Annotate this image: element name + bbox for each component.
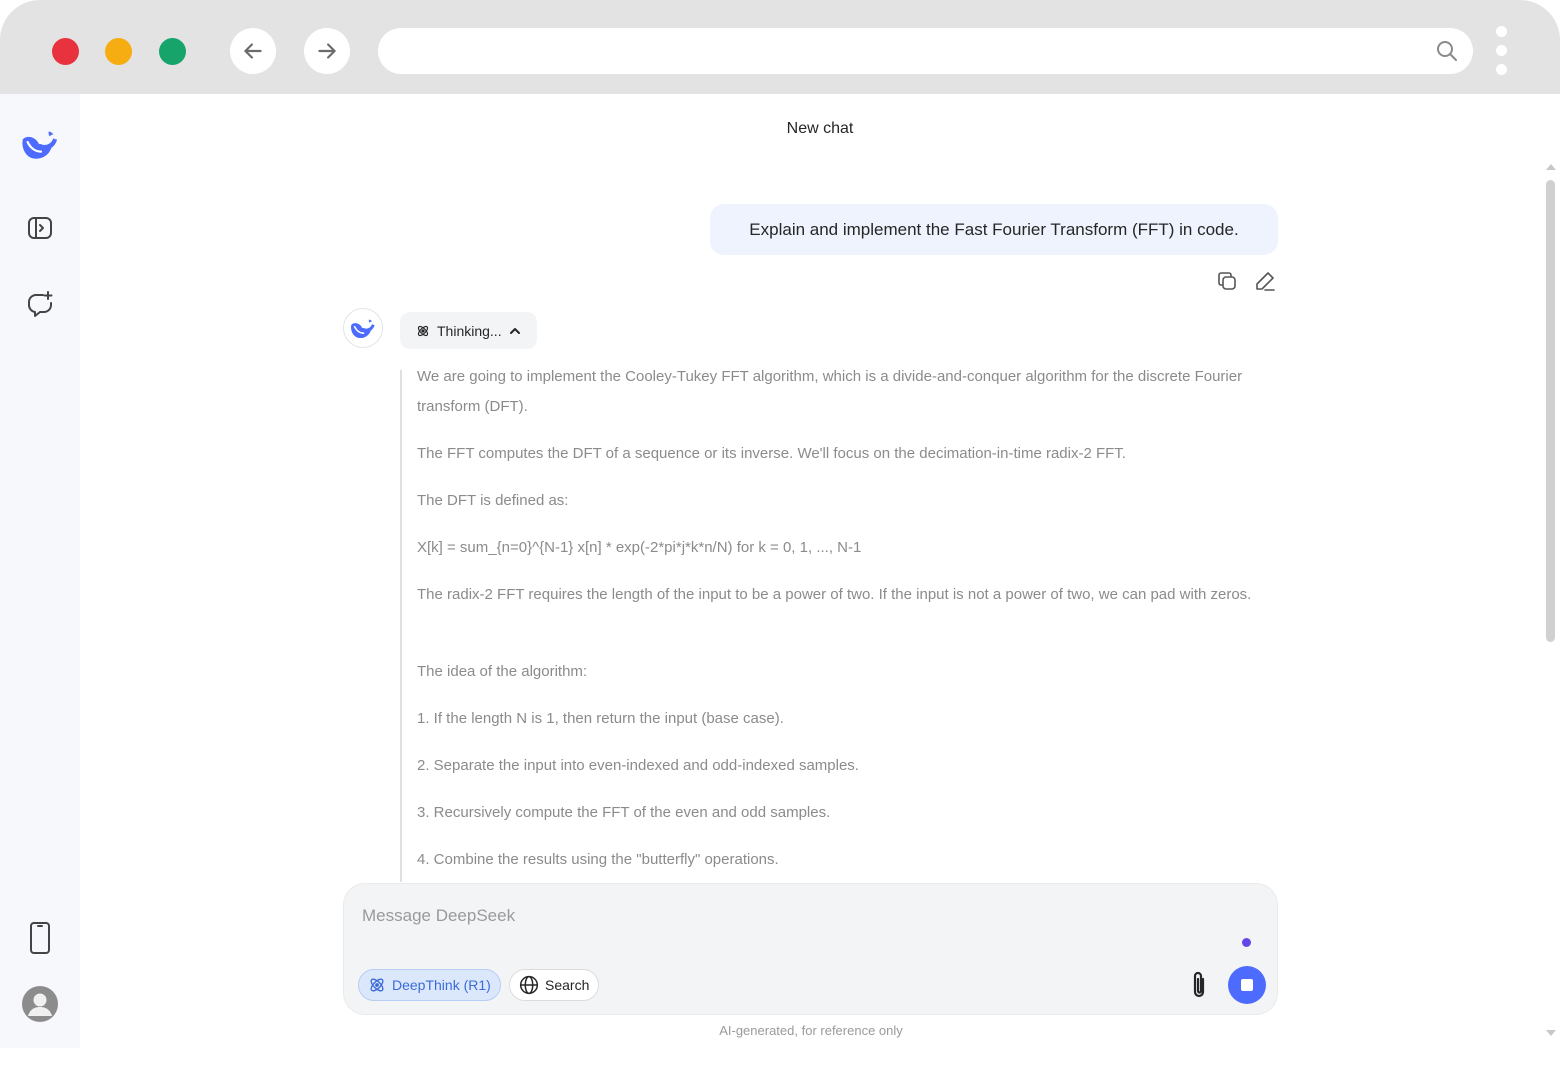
browser-window: New chat Explain and implement the Fast … (0, 0, 1560, 1048)
thinking-toggle[interactable]: Thinking... (400, 312, 537, 349)
close-window-button[interactable] (52, 38, 79, 65)
stop-generation-button[interactable] (1228, 966, 1266, 1004)
assistant-avatar (343, 308, 383, 348)
back-arrow-icon (244, 43, 262, 59)
message-composer: DeepThink (R1) Search (343, 883, 1278, 1015)
attach-button[interactable] (1184, 968, 1214, 1002)
user-message-actions (1214, 268, 1278, 296)
thought-paragraph: 2. Separate the input into even-indexed … (417, 757, 859, 774)
thought-paragraph: 1. If the length N is 1, then return the… (417, 710, 784, 727)
deepseek-logo-icon[interactable] (20, 124, 60, 164)
atom-icon (417, 325, 429, 336)
maximize-window-button[interactable] (159, 38, 186, 65)
globe-icon (519, 975, 539, 995)
chevron-up-icon (509, 327, 520, 334)
open-sidebar-icon[interactable] (20, 208, 60, 248)
user-avatar-icon[interactable] (20, 984, 60, 1024)
message-input[interactable] (360, 902, 1224, 930)
thought-paragraph: The radix-2 FFT requires the length of t… (417, 586, 1252, 603)
thought-paragraph: The FFT computes the DFT of a sequence o… (417, 445, 1126, 462)
deepthink-toggle[interactable]: DeepThink (R1) (358, 969, 501, 1001)
atom-icon (370, 978, 384, 992)
disclaimer-note: AI-generated, for reference only (719, 1023, 903, 1038)
scroll-up-arrow[interactable] (1546, 164, 1556, 170)
thought-paragraph: X[k] = sum_{n=0}^{N-1} x[n] * exp(-2*pi*… (417, 539, 862, 556)
thought-process: We are going to implement the Cooley-Tuk… (400, 370, 1282, 882)
paperclip-icon (1193, 971, 1205, 998)
address-bar[interactable] (378, 28, 1473, 74)
sidebar (0, 94, 80, 1048)
kebab-menu-icon[interactable] (1496, 26, 1508, 78)
new-chat-icon[interactable] (20, 285, 60, 325)
search-label: Search (545, 977, 590, 993)
status-dot (1242, 938, 1251, 947)
back-button[interactable] (230, 28, 276, 74)
forward-arrow-icon (318, 43, 336, 59)
thought-paragraph: 3. Recursively compute the FFT of the ev… (417, 804, 831, 821)
chat-header: New chat (80, 94, 1560, 174)
stop-icon (1241, 979, 1253, 991)
scroll-down-arrow[interactable] (1546, 1030, 1556, 1036)
copy-icon[interactable] (1214, 268, 1240, 294)
mobile-app-icon[interactable] (20, 918, 60, 958)
thinking-label: Thinking... (437, 322, 502, 339)
scrollbar-thumb[interactable] (1546, 180, 1555, 642)
browser-chrome (0, 0, 1560, 94)
search-icon[interactable] (1435, 39, 1459, 63)
forward-button[interactable] (304, 28, 350, 74)
thought-paragraph: We are going to implement the Cooley-Tuk… (417, 370, 1243, 415)
chat-title: New chat (786, 120, 854, 137)
minimize-window-button[interactable] (105, 38, 132, 65)
thought-paragraph: 4. Combine the results using the "butter… (417, 851, 779, 868)
edit-icon[interactable] (1252, 268, 1278, 294)
deepseek-logo-icon (351, 319, 375, 339)
thought-paragraph: The DFT is defined as: (417, 492, 569, 509)
chat-main: New chat Explain and implement the Fast … (80, 94, 1560, 1048)
user-message-bubble: Explain and implement the Fast Fourier T… (710, 204, 1278, 255)
thought-paragraph: The idea of the algorithm: (417, 663, 588, 680)
search-toggle[interactable]: Search (509, 969, 600, 1001)
deepthink-label: DeepThink (R1) (392, 977, 491, 993)
